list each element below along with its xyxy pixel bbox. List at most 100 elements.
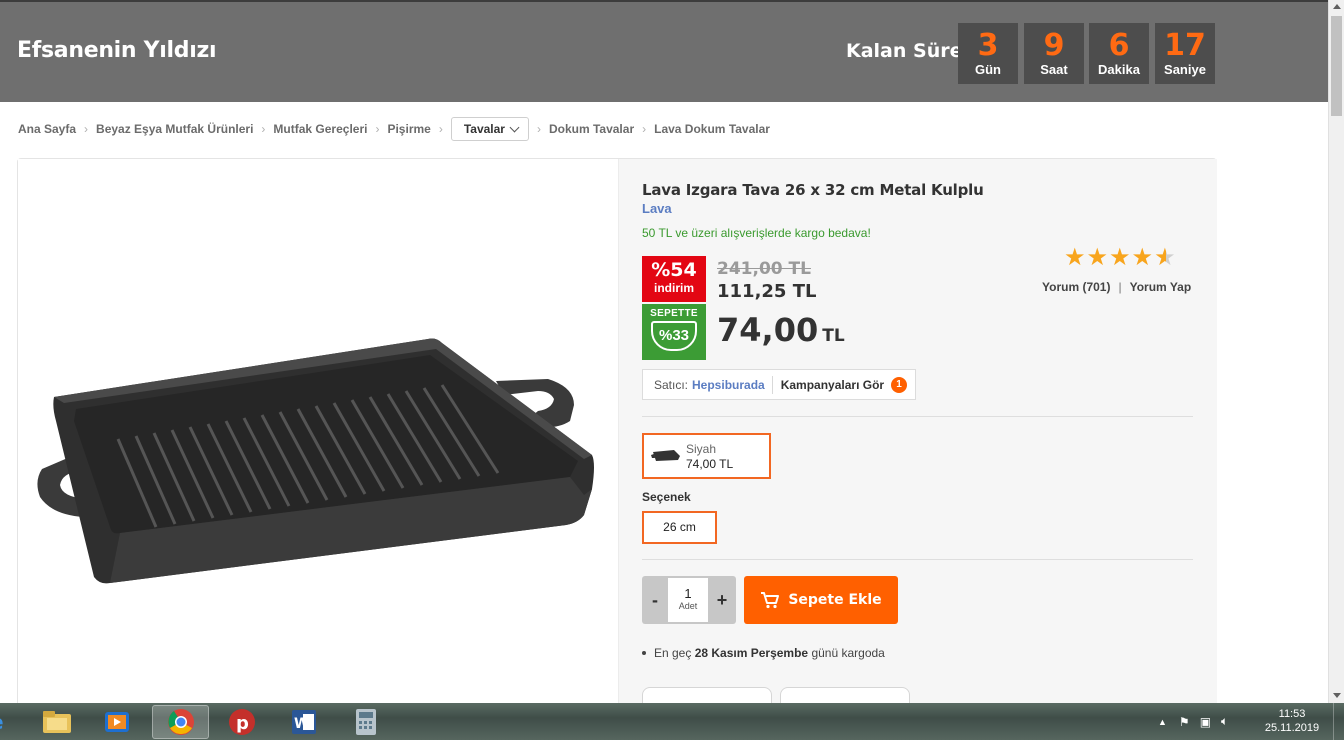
- countdown-value: 9: [1043, 28, 1065, 63]
- quantity-value: 1: [684, 586, 692, 601]
- product-details: Lava Izgara Tava 26 x 32 cm Metal Kulplu…: [618, 159, 1217, 719]
- cart-icon: [761, 592, 780, 609]
- breadcrumb-item[interactable]: Pişirme: [387, 122, 430, 136]
- countdown-value: 17: [1164, 28, 1206, 63]
- clock-date: 25.11.2019: [1264, 722, 1320, 734]
- chevron-right-icon: ›: [84, 122, 89, 136]
- divider: [642, 416, 1193, 417]
- windows-taskbar: e p W ▲ ⚑ ▣ 🔈︎ 11:53 25.11.2019: [0, 703, 1344, 740]
- volume-icon[interactable]: 🔈︎: [1221, 714, 1228, 729]
- countdown-days: 3 Gün: [958, 23, 1018, 84]
- chevron-right-icon: ›: [536, 122, 541, 136]
- scroll-up-icon[interactable]: [1333, 4, 1341, 9]
- clock-time: 11:53: [1278, 708, 1306, 720]
- countdown-hours: 9 Saat: [1024, 23, 1084, 84]
- quantity-input[interactable]: 1 Adet: [668, 578, 708, 622]
- delivery-info: En geç 28 Kasım Perşembe günü kargoda: [642, 646, 885, 660]
- basket-price-value: 74,00: [717, 311, 819, 349]
- variant-price: 74,00 TL: [686, 457, 734, 471]
- word-icon[interactable]: W: [275, 705, 332, 739]
- chevron-right-icon: ›: [375, 122, 380, 136]
- breadcrumb-dropdown[interactable]: Tavalar: [450, 117, 529, 141]
- rating-stars[interactable]: ★ ★ ★ ★ ★: [1064, 245, 1177, 271]
- star-icon: ★: [1086, 244, 1109, 271]
- basket-price: 74,00 TL: [717, 311, 845, 349]
- page-scrollbar[interactable]: [1328, 0, 1344, 703]
- network-icon[interactable]: ▣: [1200, 715, 1211, 729]
- countdown-unit: Saat: [1040, 62, 1068, 77]
- brand-link[interactable]: Lava: [642, 201, 672, 216]
- breadcrumb-item[interactable]: Lava Dokum Tavalar: [654, 122, 770, 136]
- quantity-increase-button[interactable]: +: [708, 576, 736, 624]
- svg-text:p: p: [236, 713, 249, 734]
- product-card: Lava Izgara Tava 26 x 32 cm Metal Kulplu…: [17, 158, 1217, 719]
- quantity-unit: Adet: [678, 601, 698, 611]
- product-image[interactable]: [18, 159, 618, 719]
- current-price: 111,25 TL: [717, 281, 817, 302]
- tray-expand-icon[interactable]: ▲: [1158, 717, 1167, 727]
- countdown-seconds: 17 Saniye: [1155, 23, 1215, 84]
- countdown-unit: Saniye: [1164, 62, 1206, 77]
- breadcrumb-item[interactable]: Beyaz Eşya Mutfak Ürünleri: [96, 122, 253, 136]
- chrome-icon[interactable]: [152, 705, 209, 739]
- seller-link[interactable]: Hepsiburada: [692, 378, 765, 392]
- free-shipping-note: 50 TL ve üzeri alışverişlerde kargo beda…: [642, 226, 871, 240]
- discount-label: indirim: [653, 281, 694, 295]
- divider: |: [1118, 280, 1122, 294]
- breadcrumb-item[interactable]: Mutfak Gereçleri: [273, 122, 367, 136]
- chevron-right-icon: ›: [642, 122, 647, 136]
- countdown-label: Kalan Süre: [846, 40, 963, 62]
- bullet: [642, 650, 646, 655]
- basket-price-currency: TL: [822, 326, 845, 346]
- countdown-minutes: 6 Dakika: [1089, 23, 1149, 84]
- product-title: Lava Izgara Tava 26 x 32 cm Metal Kulplu: [642, 181, 984, 199]
- basket-badge-label: SEPETTE: [650, 308, 698, 319]
- breadcrumb-item[interactable]: Dokum Tavalar: [549, 122, 634, 136]
- calculator-icon[interactable]: [337, 705, 394, 739]
- chevron-right-icon: ›: [261, 122, 266, 136]
- reviews-link[interactable]: Yorum (701): [1042, 280, 1110, 294]
- campaigns-link[interactable]: Kampanyaları Gör: [781, 378, 884, 392]
- scroll-thumb[interactable]: [1331, 16, 1342, 116]
- delivery-prefix: En geç: [654, 646, 692, 660]
- countdown-value: 6: [1108, 28, 1130, 63]
- scroll-down-icon[interactable]: [1333, 693, 1341, 698]
- variant-thumbnail: [651, 450, 680, 461]
- chevron-right-icon: ›: [438, 122, 443, 136]
- quantity-stepper: - 1 Adet +: [642, 576, 736, 624]
- action-center-icon[interactable]: ⚑: [1179, 715, 1190, 729]
- media-player-icon[interactable]: [88, 705, 145, 739]
- file-explorer-icon[interactable]: [28, 705, 85, 739]
- breadcrumb-item[interactable]: Ana Sayfa: [18, 122, 76, 136]
- campaign-banner: Efsanenin Yıldızı Kalan Süre 3 Gün 9 Saa…: [0, 0, 1328, 102]
- system-clock[interactable]: 11:53 25.11.2019: [1262, 707, 1322, 735]
- add-to-cart-button[interactable]: Sepete Ekle: [744, 576, 898, 624]
- star-icon: ★: [1131, 244, 1154, 271]
- variant-option-selected[interactable]: Siyah 74,00 TL: [642, 433, 771, 479]
- quantity-decrease-button[interactable]: -: [642, 576, 668, 624]
- discount-percent: %54: [651, 259, 697, 281]
- old-price: 241,00 TL: [717, 259, 811, 279]
- add-to-cart-label: Sepete Ekle: [788, 592, 882, 608]
- star-icon: ★: [1154, 244, 1176, 271]
- divider: [771, 375, 773, 394]
- campaign-count-badge: 1: [891, 376, 908, 393]
- breadcrumb: Ana Sayfa › Beyaz Eşya Mutfak Ürünleri ›…: [18, 116, 770, 142]
- show-desktop-button[interactable]: [1333, 703, 1344, 740]
- banner-title: Efsanenin Yıldızı: [17, 38, 217, 63]
- star-icon: ★: [1064, 244, 1086, 271]
- psiphon-icon[interactable]: p: [213, 705, 270, 739]
- system-tray: ▲ ⚑ ▣ 🔈︎: [1158, 703, 1228, 740]
- countdown-unit: Dakika: [1098, 62, 1140, 77]
- write-review-link[interactable]: Yorum Yap: [1130, 280, 1192, 294]
- seller-label: Satıcı:: [654, 377, 689, 392]
- product-image-area[interactable]: [18, 159, 618, 719]
- basket-badge-percent: %33: [658, 327, 690, 344]
- breadcrumb-dropdown-label: Tavalar: [463, 122, 505, 136]
- svg-text:e: e: [0, 710, 4, 734]
- countdown-value: 3: [977, 28, 999, 63]
- delivery-suffix: günü kargoda: [811, 646, 885, 660]
- internet-explorer-icon[interactable]: e: [0, 705, 10, 739]
- option-label: Seçenek: [642, 490, 691, 504]
- size-option-selected[interactable]: 26 cm: [642, 511, 717, 544]
